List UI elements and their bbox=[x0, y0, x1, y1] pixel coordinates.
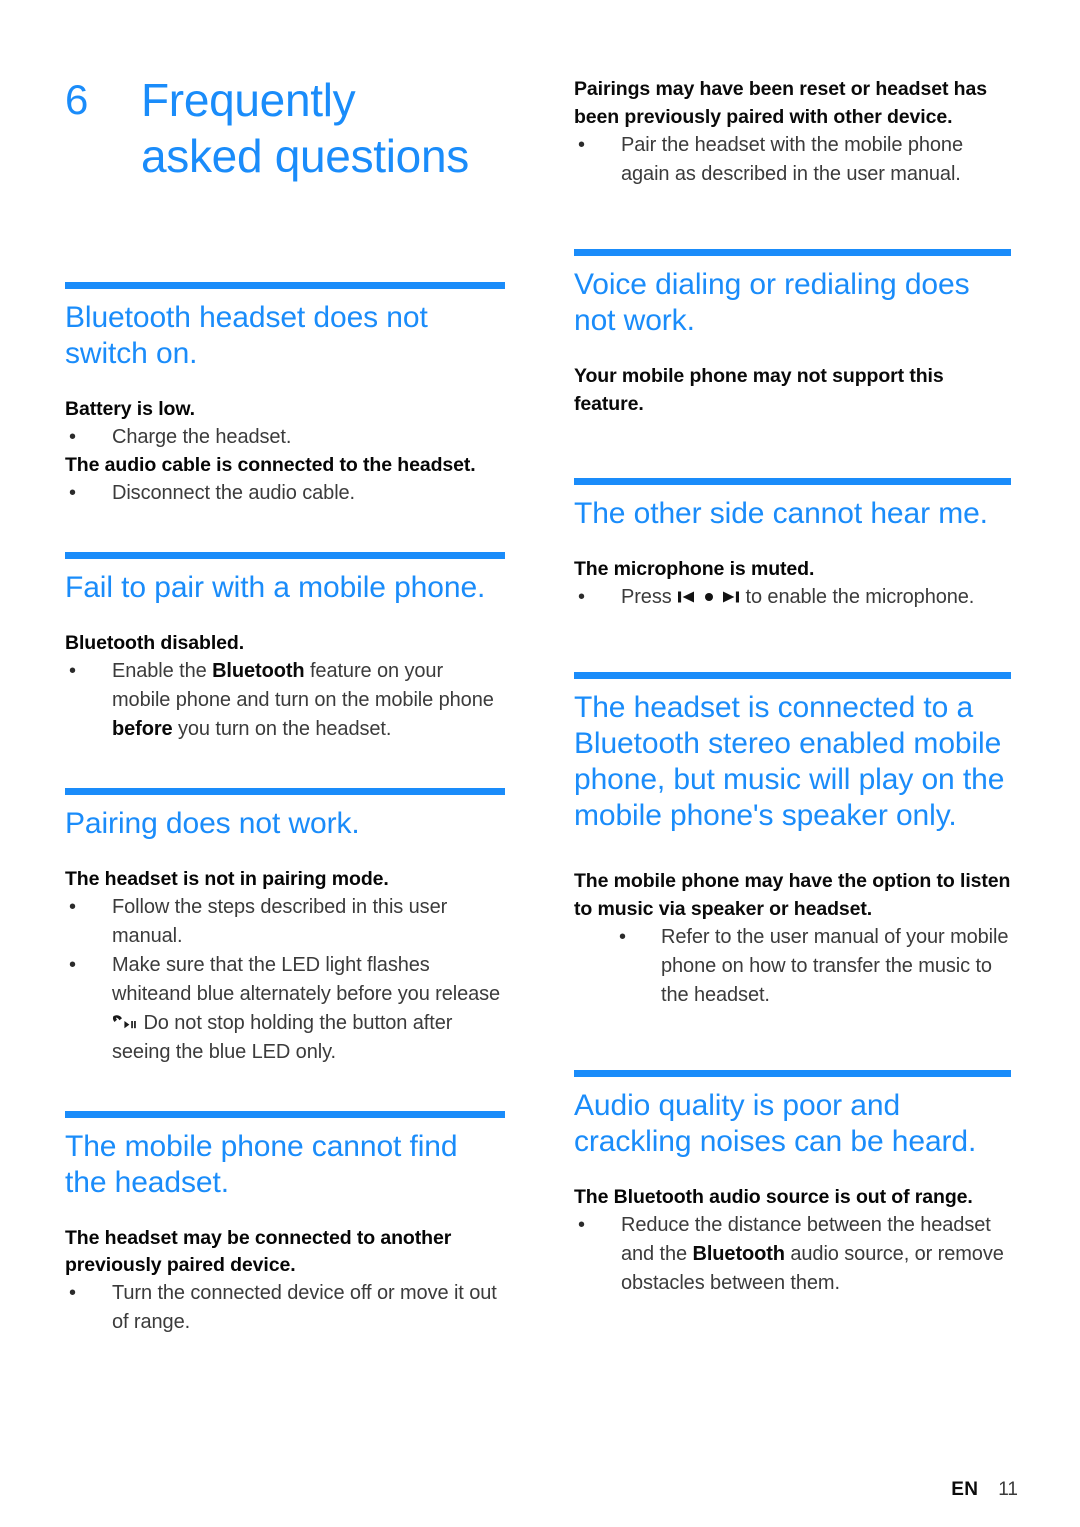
faq-cause: The Bluetooth audio source is out of ran… bbox=[574, 1186, 973, 1208]
page-footer: EN 11 bbox=[0, 1467, 1080, 1527]
fix-text-bold: Bluetooth bbox=[212, 660, 305, 682]
faq-fix-list: Pair the headset with the mobile phone a… bbox=[574, 131, 1011, 189]
faq-section-voice-dialing: Voice dialing or redialing does not work… bbox=[574, 249, 1011, 418]
faq-cause: The mobile phone may have the option to … bbox=[574, 870, 1011, 920]
fix-text-bold: before bbox=[112, 718, 173, 740]
faq-heading: Fail to pair with a mobile phone. bbox=[65, 571, 486, 604]
list-item: Make sure that the LED light flashes whi… bbox=[65, 951, 505, 1067]
faq-section-bluetooth-switch-on: Bluetooth headset does not switch on. Ba… bbox=[65, 282, 505, 508]
list-item: Charge the headset. bbox=[65, 423, 505, 452]
faq-section-fail-to-pair: Fail to pair with a mobile phone. Blueto… bbox=[65, 552, 505, 744]
list-item: Follow the steps described in this user … bbox=[65, 893, 505, 951]
faq-section-music-plays-on-phone-speaker: The headset is connected to a Bluetooth … bbox=[574, 672, 1011, 1010]
faq-section-pairing-does-not-work: Pairing does not work. The headset is no… bbox=[65, 788, 505, 1067]
previous-track-icon bbox=[677, 589, 696, 605]
faq-section-phone-cannot-find-headset: The mobile phone cannot find the headset… bbox=[65, 1111, 505, 1337]
faq-section-continued: Pairings may have been reset or headset … bbox=[574, 76, 1011, 189]
faq-fix-list: Enable the Bluetooth feature on your mob… bbox=[65, 657, 505, 744]
fix-text-part: to enable the microphone. bbox=[740, 586, 975, 608]
section-rule bbox=[65, 552, 505, 559]
fix-text-part: Enable the bbox=[112, 660, 213, 682]
faq-fix-list: Reduce the distance between the headset … bbox=[574, 1211, 1011, 1298]
faq-section-audio-quality-poor: Audio quality is poor and crackling nois… bbox=[574, 1070, 1011, 1298]
section-rule bbox=[65, 788, 505, 795]
section-rule bbox=[574, 1070, 1011, 1077]
document-page: 6 Frequently asked questions Bluetooth h… bbox=[0, 0, 1080, 1527]
left-column: Bluetooth headset does not switch on. Ba… bbox=[65, 282, 505, 1337]
list-item: Reduce the distance between the headset … bbox=[574, 1211, 1011, 1298]
fix-text-part: you turn on the headset. bbox=[172, 718, 392, 740]
fix-text-bold: Bluetooth bbox=[692, 1243, 786, 1265]
section-rule bbox=[65, 1111, 505, 1118]
faq-heading: The headset is connected to a Bluetooth … bbox=[574, 691, 1005, 832]
list-item: Press to enable the microphone. bbox=[574, 583, 1011, 612]
footer-language: EN bbox=[951, 1479, 979, 1500]
list-item: Turn the connected device off or move it… bbox=[65, 1279, 505, 1337]
list-item: Refer to the user manual of your mobile … bbox=[574, 923, 1011, 1010]
list-item: Disconnect the audio cable. bbox=[65, 479, 505, 508]
fix-text-part: Do not stop holding the button after see… bbox=[112, 1012, 453, 1063]
chapter-title-text: Frequently asked questions bbox=[141, 72, 535, 184]
faq-section-other-side-cannot-hear: The other side cannot hear me. The micro… bbox=[574, 478, 1011, 612]
phone-playpause-icon bbox=[112, 1014, 138, 1031]
list-item: Enable the Bluetooth feature on your mob… bbox=[65, 657, 505, 744]
faq-cause: Bluetooth disabled. bbox=[65, 632, 245, 654]
faq-heading: Voice dialing or redialing does not work… bbox=[574, 268, 970, 337]
faq-heading: Audio quality is poor and crackling nois… bbox=[574, 1089, 977, 1158]
dot-icon bbox=[702, 589, 716, 605]
faq-cause: The headset may be connected to another … bbox=[65, 1227, 452, 1276]
section-rule bbox=[65, 282, 505, 289]
faq-fix-list: Turn the connected device off or move it… bbox=[65, 1279, 505, 1337]
faq-cause: Your mobile phone may not support this f… bbox=[574, 365, 944, 415]
faq-fix-list: Press to enable the microphone. bbox=[574, 583, 1011, 612]
faq-heading: The mobile phone cannot find the headset… bbox=[65, 1130, 458, 1199]
list-item: Pair the headset with the mobile phone a… bbox=[574, 131, 1011, 189]
chapter-title-line1: Frequently bbox=[141, 74, 356, 126]
faq-fix-list: Refer to the user manual of your mobile … bbox=[574, 923, 1011, 1010]
faq-heading: Bluetooth headset does not switch on. bbox=[65, 301, 428, 370]
next-track-icon bbox=[721, 589, 740, 605]
fix-text-part: Make sure that the LED light flashes whi… bbox=[112, 954, 501, 1005]
faq-cause: The headset is not in pairing mode. bbox=[65, 868, 389, 890]
section-rule bbox=[574, 249, 1011, 256]
faq-fix-list: Charge the headset. bbox=[65, 423, 505, 452]
section-rule bbox=[574, 478, 1011, 485]
footer-page-number: 11 bbox=[998, 1479, 1018, 1500]
fix-text-part: Press bbox=[621, 586, 678, 608]
faq-cause: The audio cable is connected to the head… bbox=[65, 454, 476, 476]
faq-heading: The other side cannot hear me. bbox=[574, 497, 988, 530]
page-title: 6 Frequently asked questions bbox=[65, 72, 535, 184]
faq-fix-list: Follow the steps described in this user … bbox=[65, 893, 505, 1067]
faq-fix-list: Disconnect the audio cable. bbox=[65, 479, 505, 508]
chapter-number: 6 bbox=[65, 76, 89, 123]
faq-cause: Pairings may have been reset or headset … bbox=[574, 78, 987, 128]
faq-cause: Battery is low. bbox=[65, 398, 195, 420]
section-rule bbox=[574, 672, 1011, 679]
right-column: Pairings may have been reset or headset … bbox=[574, 76, 1011, 1298]
faq-cause: The microphone is muted. bbox=[574, 558, 815, 580]
faq-heading: Pairing does not work. bbox=[65, 807, 360, 840]
chapter-title-line2: asked questions bbox=[141, 130, 469, 182]
